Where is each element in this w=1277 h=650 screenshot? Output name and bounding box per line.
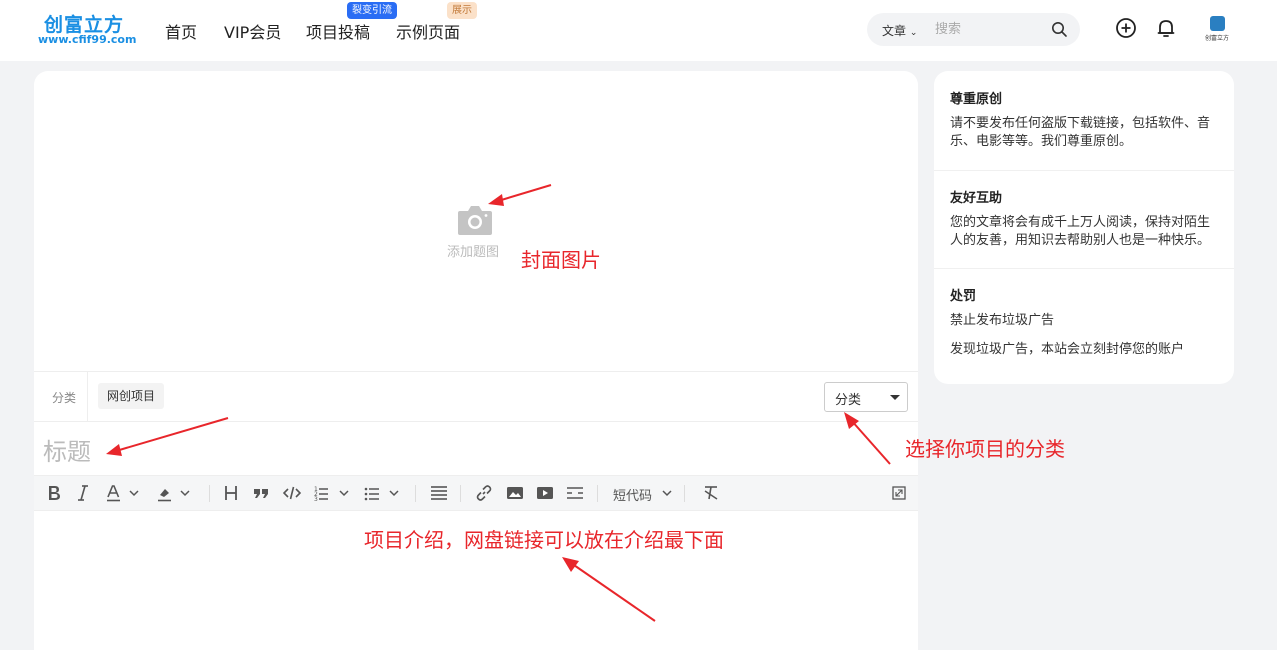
annotation-cover: 封面图片 [521, 248, 601, 272]
quote-icon[interactable] [253, 484, 269, 502]
plus-circle-icon[interactable] [1115, 17, 1137, 39]
guideline-title: 尊重原创 [950, 92, 1003, 107]
image-icon[interactable] [506, 484, 524, 502]
heading-icon[interactable] [224, 484, 238, 502]
guideline-title: 友好互助 [950, 191, 1003, 206]
font-color-icon[interactable] [106, 484, 142, 502]
guideline-text: 请不要发布任何盗版下载链接，包括软件、音乐、电影等等。我们尊重原创。 [950, 116, 1211, 149]
bullet-list-icon[interactable] [364, 484, 400, 502]
guideline-title: 处罚 [950, 289, 977, 304]
italic-icon[interactable] [77, 484, 89, 502]
chevron-down-icon[interactable] [661, 484, 673, 502]
nav-example-page[interactable]: 示例页面 [396, 19, 460, 43]
bell-icon[interactable] [1155, 17, 1177, 39]
category-row: 分类 网创项目 分类 [34, 371, 918, 422]
highlight-color-icon[interactable] [157, 484, 193, 502]
horizontal-rule-icon[interactable] [566, 484, 584, 502]
nav-badge-viral: 裂变引流 [347, 2, 397, 19]
site-logo[interactable]: 创富立方 www.cfif99.com [38, 10, 137, 50]
camera-icon [458, 206, 492, 235]
title-input[interactable] [43, 435, 903, 469]
cover-label: 添加题图 [447, 245, 500, 260]
category-label: 分类 [52, 391, 77, 405]
category-select[interactable]: 分类 [824, 382, 908, 412]
nav-submit-project[interactable]: 项目投稿 [306, 19, 370, 43]
nav-vip[interactable]: VIP会员 [224, 19, 281, 43]
posting-guidelines: 尊重原创 请不要发布任何盗版下载链接，包括软件、音乐、电影等等。我们尊重原创。 … [934, 71, 1234, 384]
svg-text:3: 3 [314, 496, 318, 502]
shortcode-dropdown[interactable]: 短代码 [613, 485, 652, 504]
guideline-text: 禁止发布垃圾广告 [950, 313, 1055, 328]
bold-icon[interactable] [47, 484, 61, 502]
logo-sub-text: www.cfif99.com [38, 33, 137, 46]
annotation-intro: 项目介绍，网盘链接可以放在介绍最下面 [364, 528, 724, 552]
annotation-category: 选择你项目的分类 [905, 437, 1065, 461]
caret-down-icon [890, 395, 900, 400]
search-bar: 文章 ⌄ [867, 13, 1080, 46]
user-avatar[interactable]: 创富立方 [1203, 16, 1231, 44]
guideline-text: 发现垃圾广告，本站会立刻封停您的账户 [950, 342, 1185, 357]
post-editor: 添加题图 分类 网创项目 分类 标题 1 2 3 短代码 [34, 71, 918, 650]
align-icon[interactable] [430, 484, 448, 502]
nav-badge-showcase: 展示 [447, 2, 477, 19]
ordered-list-icon[interactable]: 123 [314, 484, 350, 502]
code-icon[interactable] [283, 484, 301, 502]
link-icon[interactable] [475, 484, 493, 502]
search-type-select[interactable]: 文章 ⌄ [882, 22, 917, 39]
fullscreen-icon[interactable] [892, 484, 906, 502]
guideline-text: 您的文章将会有成千上万人阅读，保持对陌生人的友善，用知识去帮助别人也是一种快乐。 [950, 215, 1211, 248]
category-divider [87, 372, 88, 422]
video-icon[interactable] [536, 484, 554, 502]
editor-toolbar: 123 短代码 [34, 475, 918, 511]
clear-format-icon[interactable] [702, 484, 720, 502]
avatar-logo-icon [1209, 16, 1225, 31]
site-header: 创富立方 www.cfif99.com 首页 VIP会员 项目投稿 裂变引流 示… [0, 0, 1277, 61]
nav-home[interactable]: 首页 [165, 19, 197, 43]
category-tag[interactable]: 网创项目 [98, 383, 165, 409]
search-icon[interactable] [1051, 21, 1068, 38]
search-input[interactable] [935, 19, 1045, 40]
cover-image-upload[interactable]: 添加题图 [34, 71, 918, 371]
